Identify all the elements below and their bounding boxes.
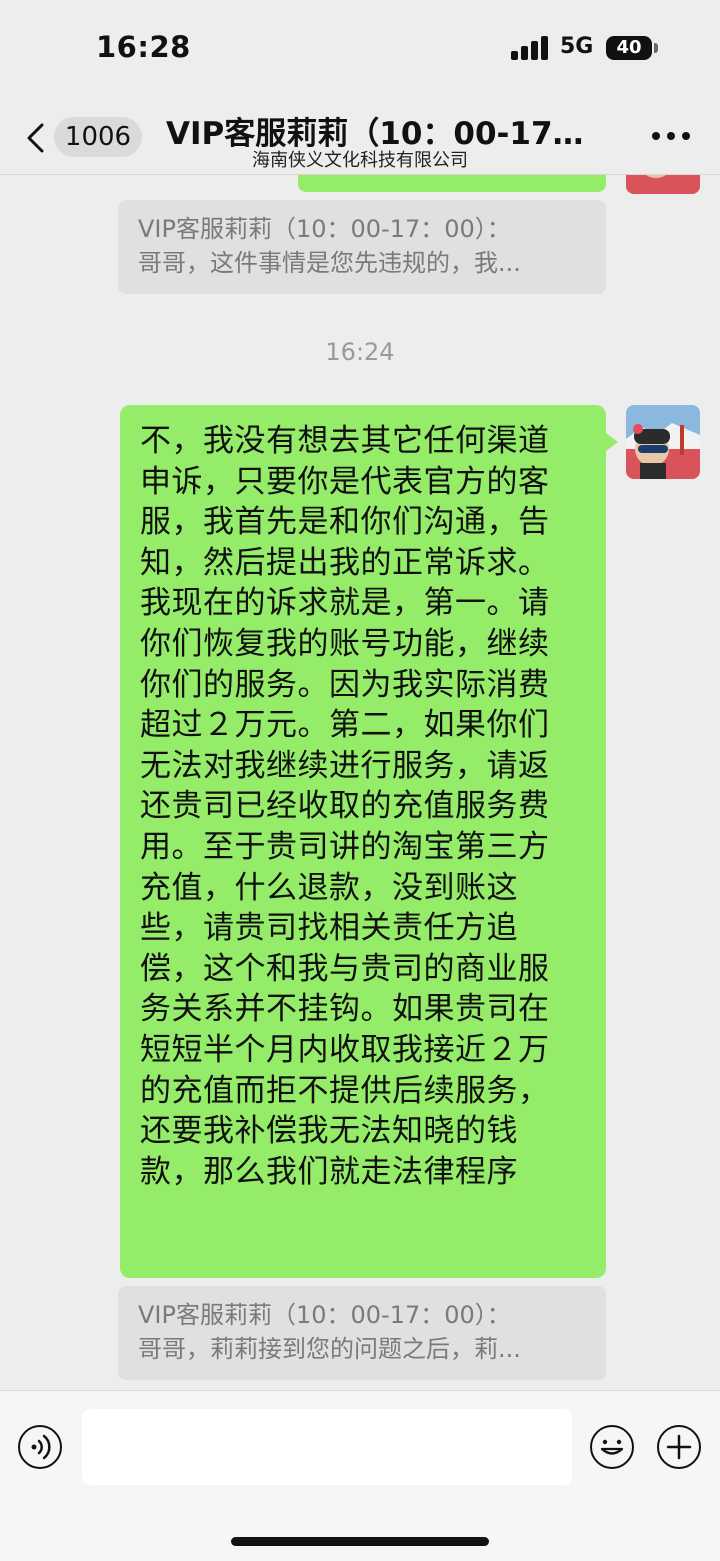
message-line: 不，我没有想去其它任何渠道 [140, 423, 550, 459]
status-time: 16:28 [96, 30, 191, 64]
sent-message-bubble[interactable]: 不，我没有想去其它任何渠道 申诉，只要你是代表官方的客 服，我首先是和你们沟通，… [120, 405, 618, 1278]
message-line: 你们恢复我的账号功能，继续 [140, 625, 550, 662]
message-line: 知，然后提出我的正常诉求。 [140, 544, 550, 581]
battery-tip [654, 43, 658, 53]
voice-icon [31, 1434, 51, 1460]
battery-icon: 40 [606, 36, 652, 60]
message-line: 款，那么我们就走法律程序 [140, 1153, 518, 1190]
message-input[interactable] [82, 1409, 572, 1485]
emoji-button[interactable] [590, 1425, 634, 1469]
message-line: 无法对我继续进行服务，请返 [140, 747, 550, 784]
more-functions-button[interactable] [657, 1425, 701, 1469]
message-line: 充值，什么退款，没到账这 [140, 869, 518, 906]
message-line: 些，请贵司找相关责任方追 [140, 910, 518, 947]
chat-subtitle: 海南侠义文化科技有限公司 [252, 150, 468, 171]
message-line: 的充值而拒不提供后续服务， [140, 1072, 550, 1109]
message-line: 服，我首先是和你们沟通，告 [140, 504, 550, 541]
message-line: 还要我补偿我无法知晓的钱 [140, 1113, 518, 1150]
message-line: 短短半个月内收取我接近２万 [140, 1031, 550, 1068]
message-line: 超过２万元。第二，如果你们 [140, 707, 550, 744]
message-list[interactable]: VIP客服莉莉（10：00-17：00）： 哥哥，这件事情是您先违规的，我...… [0, 174, 720, 1390]
quoted-message[interactable]: VIP客服莉莉（10：00-17：00）： 哥哥，莉莉接到您的问题之后，莉... [118, 1286, 606, 1380]
network-type: 5G [560, 34, 594, 59]
quoted-sender: VIP客服莉莉（10：00-17：00）： [138, 215, 511, 243]
message-line: 你们的服务。因为我实际消费 [140, 666, 550, 703]
input-bar [0, 1390, 720, 1561]
cellular-signal-icon [511, 36, 549, 60]
user-avatar[interactable] [626, 174, 700, 194]
home-indicator [231, 1537, 489, 1546]
message-line: 申诉，只要你是代表官方的客 [140, 463, 550, 500]
quoted-sender: VIP客服莉莉（10：00-17：00）： [138, 1301, 511, 1329]
message-line: 用。至于贵司讲的淘宝第三方 [140, 828, 550, 865]
quoted-text: 哥哥，这件事情是您先违规的，我... [138, 249, 521, 277]
message-line: 还贵司已经收取的充值服务费 [140, 788, 550, 825]
more-options-icon[interactable] [650, 132, 690, 142]
message-line: 务关系并不挂钩。如果贵司在 [140, 991, 550, 1028]
status-bar: 16:28 5G 40 [0, 0, 720, 96]
emoji-icon [600, 1439, 624, 1455]
plus-icon [666, 1434, 692, 1460]
chat-header: 1006 VIP客服莉莉（10：00-17… 海南侠义文化科技有限公司 [0, 96, 720, 175]
quoted-text: 哥哥，莉莉接到您的问题之后，莉... [138, 1335, 521, 1363]
user-avatar[interactable] [626, 405, 700, 479]
voice-input-button[interactable] [18, 1425, 62, 1469]
message-line: 我现在的诉求就是，第一。请 [140, 585, 550, 622]
previous-sent-bubble[interactable] [298, 174, 606, 192]
quoted-message[interactable]: VIP客服莉莉（10：00-17：00）： 哥哥，这件事情是您先违规的，我... [118, 200, 606, 294]
message-line: 偿，这个和我与贵司的商业服 [140, 950, 550, 987]
message-timestamp: 16:24 [325, 338, 395, 366]
